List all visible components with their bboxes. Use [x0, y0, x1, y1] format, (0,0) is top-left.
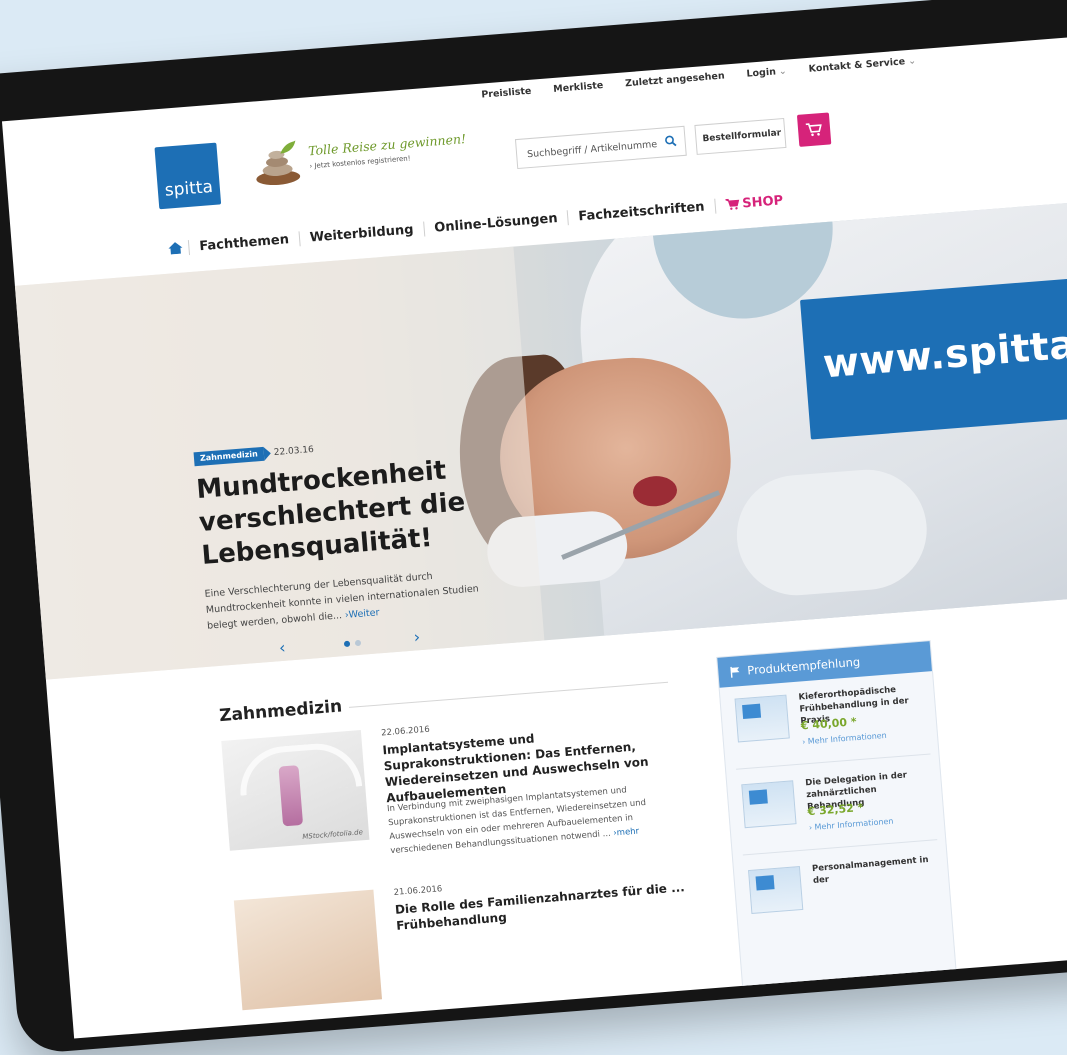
search-input[interactable] — [524, 129, 660, 169]
product-more-link[interactable]: › Mehr Informationen — [809, 817, 894, 833]
spitta-logo[interactable]: spitta — [154, 142, 222, 210]
shop-label: SHOP — [741, 192, 784, 211]
article-item[interactable]: MStock/fotolia.de 22.06.2016 Implantatsy… — [221, 705, 689, 861]
home-icon[interactable] — [162, 241, 189, 255]
product-item[interactable]: Kieferorthopädische Frühbehandlung in de… — [730, 677, 931, 770]
chevron-down-icon: ⌄ — [907, 55, 917, 68]
search-icon[interactable] — [664, 134, 677, 147]
chevron-right-icon: › — [775, 127, 780, 138]
slider-dot[interactable] — [354, 639, 362, 647]
url-badge: www.spitta.de — [800, 274, 1067, 440]
utility-link-kontakt[interactable]: Kontakt & Service ⌄ — [808, 55, 916, 74]
article-thumbnail[interactable]: MStock/fotolia.de — [221, 730, 370, 851]
section-divider — [348, 681, 669, 708]
product-item[interactable]: Die Delegation in der zahnärztlichen Beh… — [736, 763, 938, 856]
product-recommendation-panel: Produktempfehlung Kieferorthopädische Fr… — [716, 640, 958, 996]
product-name[interactable]: Personalmanagement in der — [812, 853, 943, 887]
cart-icon — [724, 198, 739, 210]
logo-text: spitta — [164, 177, 214, 201]
stones-icon — [256, 140, 301, 186]
article-thumbnail[interactable] — [233, 889, 383, 1011]
utility-link-preisliste[interactable]: Preisliste — [481, 86, 532, 101]
nav-item-shop[interactable]: SHOP — [713, 192, 794, 214]
promo-title: Tolle Reise zu gewinnen! — [307, 131, 467, 159]
book-cover-image[interactable] — [734, 694, 790, 743]
cart-button[interactable] — [796, 112, 832, 147]
hero-more-link[interactable]: ›Weiter — [345, 607, 380, 621]
browser-screen: Preisliste Merkliste Zuletzt angesehen L… — [1, 36, 1067, 1039]
flag-icon — [730, 666, 740, 678]
search-box — [514, 125, 687, 170]
book-cover-image[interactable] — [741, 780, 797, 829]
article-date: 21.06.2016 — [393, 884, 443, 898]
nav-item-online-loesungen[interactable]: Online-Lösungen — [422, 209, 569, 237]
url-badge-text: www.spitta.de — [821, 317, 1067, 388]
order-form-label: Bestellformular — [702, 128, 782, 145]
slider-prev-button[interactable]: ‹ — [278, 638, 286, 657]
image-credit: MStock/fotolia.de — [302, 828, 364, 841]
product-more-link[interactable]: › Mehr Informationen — [802, 731, 887, 747]
hero-slider: Zahnmedizin 22.03.16 Mundtrockenheit ver… — [14, 201, 1067, 680]
kontakt-label: Kontakt & Service — [808, 56, 906, 75]
article-more-link[interactable]: ›mehr — [613, 827, 640, 839]
slider-dot[interactable] — [343, 640, 351, 648]
nav-item-fachthemen[interactable]: Fachthemen — [187, 230, 300, 255]
utility-link-zuletzt-angesehen[interactable]: Zuletzt angesehen — [625, 71, 725, 90]
section-title: Zahnmedizin — [218, 696, 343, 727]
login-label: Login — [746, 66, 777, 80]
article-date: 22.06.2016 — [380, 724, 431, 739]
chevron-down-icon: ⌄ — [778, 65, 788, 78]
slider-next-button[interactable]: › — [413, 627, 421, 646]
product-item[interactable]: Personalmanagement in der — [744, 849, 944, 940]
order-form-button[interactable]: Bestellformular › — [694, 117, 787, 155]
utility-link-merkliste[interactable]: Merkliste — [553, 80, 604, 95]
cart-icon — [805, 123, 822, 137]
promo-banner[interactable]: Tolle Reise zu gewinnen! › Jetzt kostenl… — [249, 125, 472, 190]
article-item[interactable]: 21.06.2016 Die Rolle des Familienzahnarz… — [233, 864, 697, 1011]
panel-title: Produktempfehlung — [746, 654, 861, 678]
device-frame: Preisliste Merkliste Zuletzt angesehen L… — [0, 0, 1067, 1055]
utility-link-login[interactable]: Login ⌄ — [746, 66, 787, 80]
book-cover-image[interactable] — [748, 866, 804, 914]
nav-item-weiterbildung[interactable]: Weiterbildung — [298, 221, 424, 246]
nav-item-fachzeitschriften[interactable]: Fachzeitschriften — [566, 198, 716, 225]
utility-nav: Preisliste Merkliste Zuletzt angesehen L… — [481, 55, 917, 101]
